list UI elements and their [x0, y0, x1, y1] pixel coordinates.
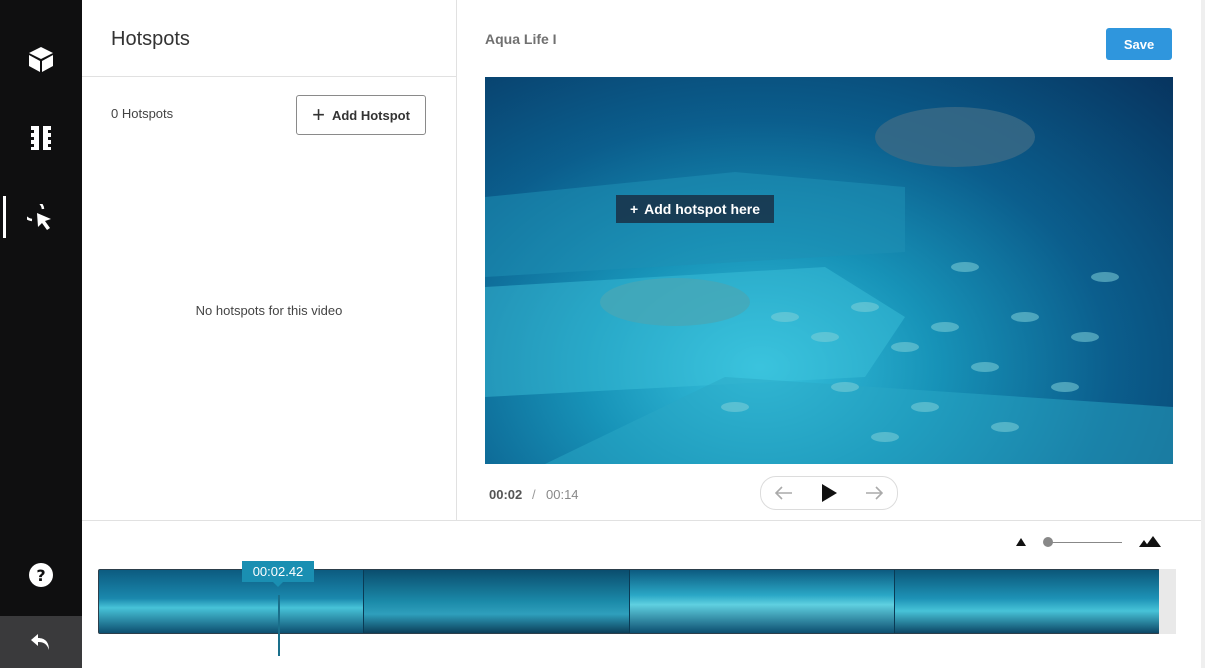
zoom-out-icon[interactable]: [1015, 536, 1027, 548]
svg-text:?: ?: [36, 566, 45, 585]
divider: [82, 520, 1201, 521]
question-icon: ?: [29, 563, 53, 587]
total-time: 00:14: [546, 487, 579, 502]
page-title: Hotspots: [111, 28, 190, 50]
time-separator: /: [532, 487, 536, 502]
help-button[interactable]: ?: [0, 555, 82, 595]
empty-state-message: No hotspots for this video: [195, 303, 343, 318]
rail-item-hotspots[interactable]: [0, 178, 82, 258]
timeline-frame: [629, 570, 895, 633]
plus-icon: +: [629, 201, 639, 217]
left-rail: ?: [0, 0, 82, 668]
add-hotspot-here-button[interactable]: + Add hotspot here: [616, 195, 774, 223]
next-frame-button[interactable]: [858, 479, 890, 507]
playhead[interactable]: [278, 595, 280, 656]
rail-item-interactive-video[interactable]: [0, 19, 82, 99]
timeline-frame: [894, 570, 1159, 633]
video-player[interactable]: + Add hotspot here: [485, 77, 1173, 464]
add-hotspot-here-label: Add hotspot here: [644, 201, 761, 217]
hotspots-panel: Hotspots 0 Hotspots + Add Hotspot No hot…: [82, 0, 457, 520]
prev-frame-button[interactable]: [768, 479, 800, 507]
current-time: 00:02: [489, 487, 523, 502]
rail-item-video[interactable]: [0, 98, 82, 178]
play-button[interactable]: [813, 479, 845, 507]
video-panel: Aqua Life I Save + Add hotspot here 00:0…: [457, 0, 1201, 520]
zoom-in-icon[interactable]: [1138, 535, 1162, 549]
add-hotspot-button[interactable]: + Add Hotspot: [296, 95, 426, 135]
add-hotspot-label: Add Hotspot: [331, 107, 410, 123]
back-button[interactable]: [0, 616, 82, 668]
save-button[interactable]: Save: [1106, 28, 1172, 60]
player-controls: [760, 476, 898, 510]
zoom-slider-handle[interactable]: [1042, 537, 1053, 547]
zoom-slider[interactable]: [1044, 542, 1122, 543]
video-frame-image: [485, 107, 1173, 464]
play-icon: [821, 484, 837, 502]
arrow-left-icon: [774, 486, 792, 500]
film-icon: [31, 126, 51, 150]
arrow-right-icon: [866, 486, 884, 500]
cursor-click-icon: [27, 204, 51, 230]
timeline-end: [1159, 569, 1176, 634]
playhead-time: 00:02.42: [242, 561, 314, 587]
plus-icon: +: [312, 102, 325, 127]
divider: [82, 76, 456, 77]
undo-arrow-icon: [31, 634, 49, 650]
video-title: Aqua Life I: [485, 31, 557, 47]
cube-icon: [29, 47, 53, 72]
scrollbar-track: [1201, 0, 1205, 668]
timeline-frame: [364, 570, 630, 633]
hotspot-count: 0 Hotspots: [111, 106, 174, 121]
timeline-frame: [99, 570, 365, 633]
